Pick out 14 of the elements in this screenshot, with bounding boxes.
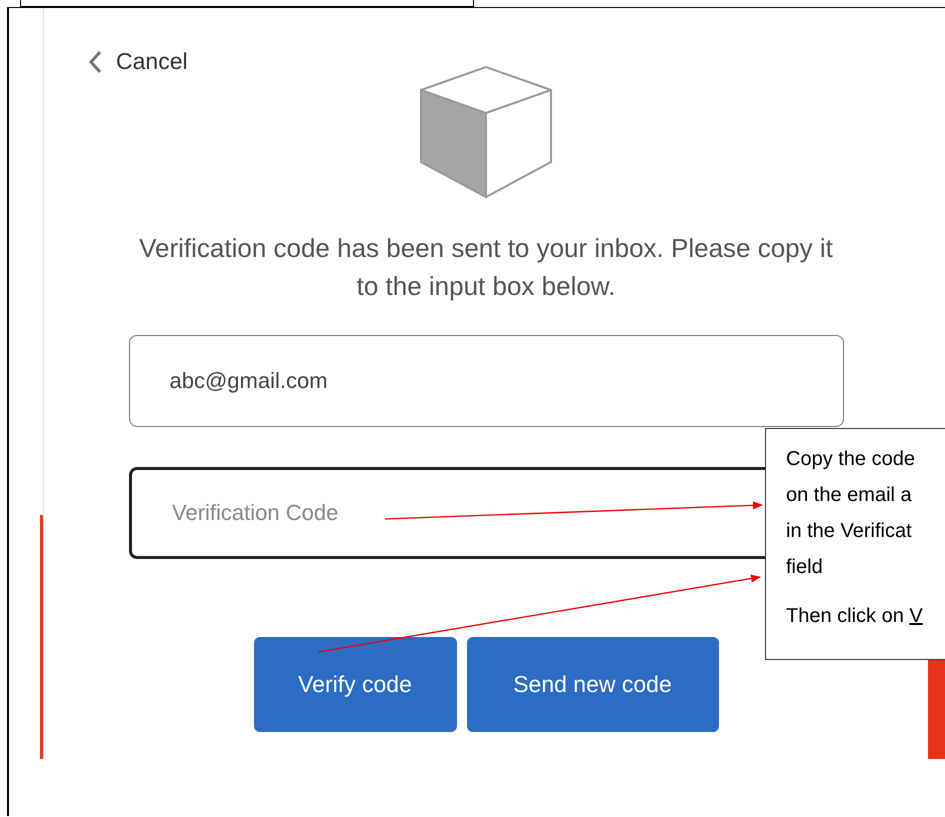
chevron-left-icon xyxy=(88,50,102,74)
callout-line: on the email a xyxy=(786,483,913,508)
callout-line: Copy the code xyxy=(786,447,916,472)
verification-code-field[interactable]: Verification Code xyxy=(129,467,766,559)
send-new-code-button[interactable]: Send new code xyxy=(466,637,718,732)
verify-code-button[interactable]: Verify code xyxy=(254,637,456,732)
callout-line: Then click on V xyxy=(786,605,924,628)
email-field[interactable]: abc@gmail.com xyxy=(128,335,844,427)
callout-link[interactable]: V xyxy=(909,605,923,627)
instruction-text: Verification code has been sent to your inbox. Please copy it to the input box below. xyxy=(138,232,834,303)
cancel-link[interactable]: Cancel xyxy=(88,48,188,75)
cube-icon xyxy=(418,65,554,199)
callout-line: in the Verificat xyxy=(786,519,913,544)
callout-line: field xyxy=(786,555,824,580)
